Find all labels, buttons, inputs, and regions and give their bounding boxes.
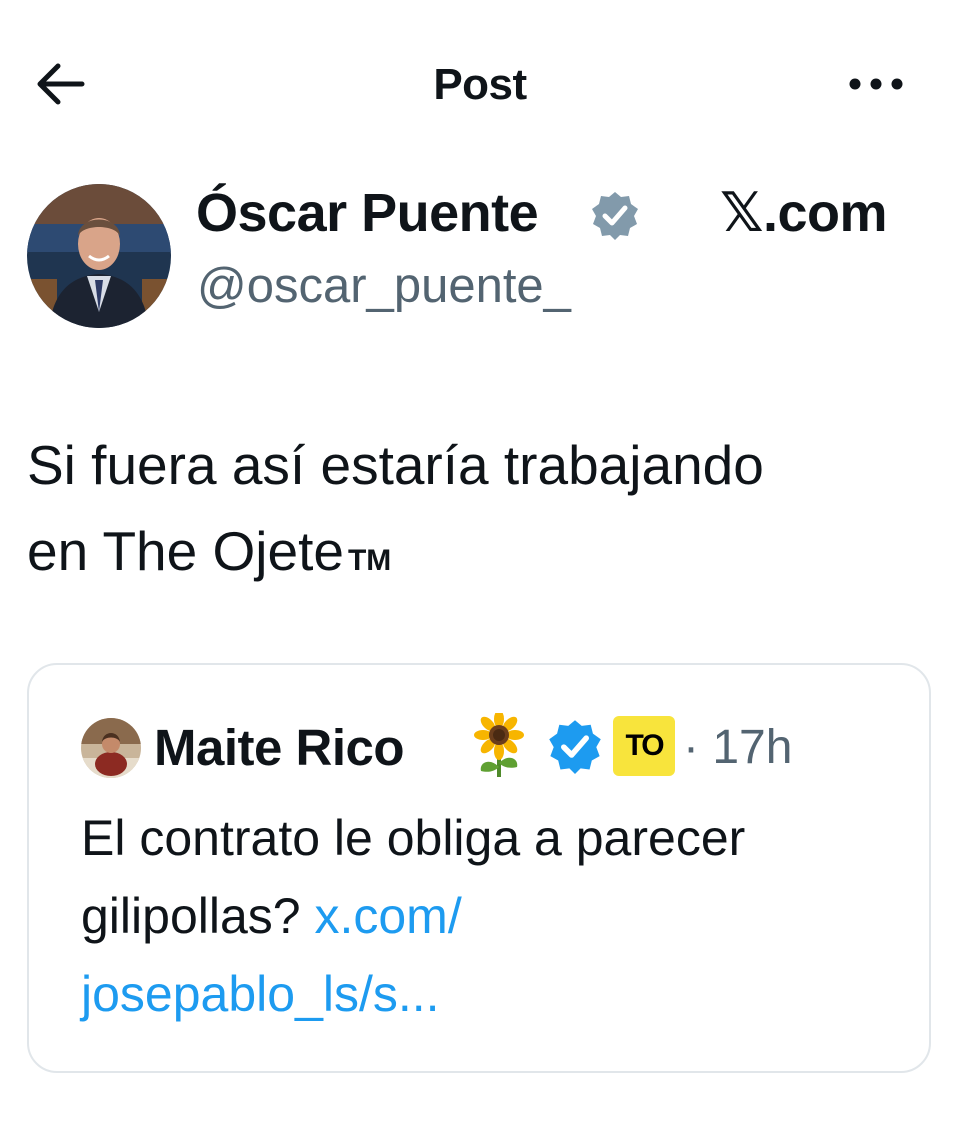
affiliation-badge[interactable]: TO <box>613 716 675 776</box>
verified-grey-badge-icon <box>590 190 640 240</box>
quoted-post-text: El contrato le obliga a parecer gilipoll… <box>81 799 911 1033</box>
trademark-symbol: TM <box>347 544 392 577</box>
more-options-button[interactable] <box>846 66 906 102</box>
verified-blue-badge-icon <box>547 718 603 774</box>
page-title: Post <box>433 60 527 109</box>
author-handle[interactable]: @oscar_puente_ <box>197 256 571 316</box>
x-com-watermark: 𝕏.com <box>720 183 888 243</box>
post-text-line-2: en The Ojete <box>27 520 344 582</box>
quoted-post-link-line-1: x.com/ <box>314 888 462 944</box>
quoted-author-name[interactable]: Maite Rico <box>154 717 405 779</box>
post-text: Si fuera así estaría trabajando en The Oj… <box>27 422 927 594</box>
quoted-post-timestamp: · 17h <box>683 721 793 774</box>
author-name[interactable]: Óscar Puente <box>196 182 539 244</box>
author-avatar[interactable] <box>27 184 171 328</box>
post-text-line-1: Si fuera así estaría trabajando <box>27 434 764 496</box>
sunflower-emoji-icon <box>469 710 529 779</box>
quoted-author-avatar[interactable] <box>81 718 141 778</box>
top-navigation-bar: Post <box>0 0 960 170</box>
more-horizontal-icon <box>849 78 903 90</box>
quoted-post-link-line-2: josepablo_ls/s... <box>81 966 440 1022</box>
quoted-post-card[interactable]: Maite Rico TO · 17h El contrato le oblig… <box>27 663 931 1073</box>
